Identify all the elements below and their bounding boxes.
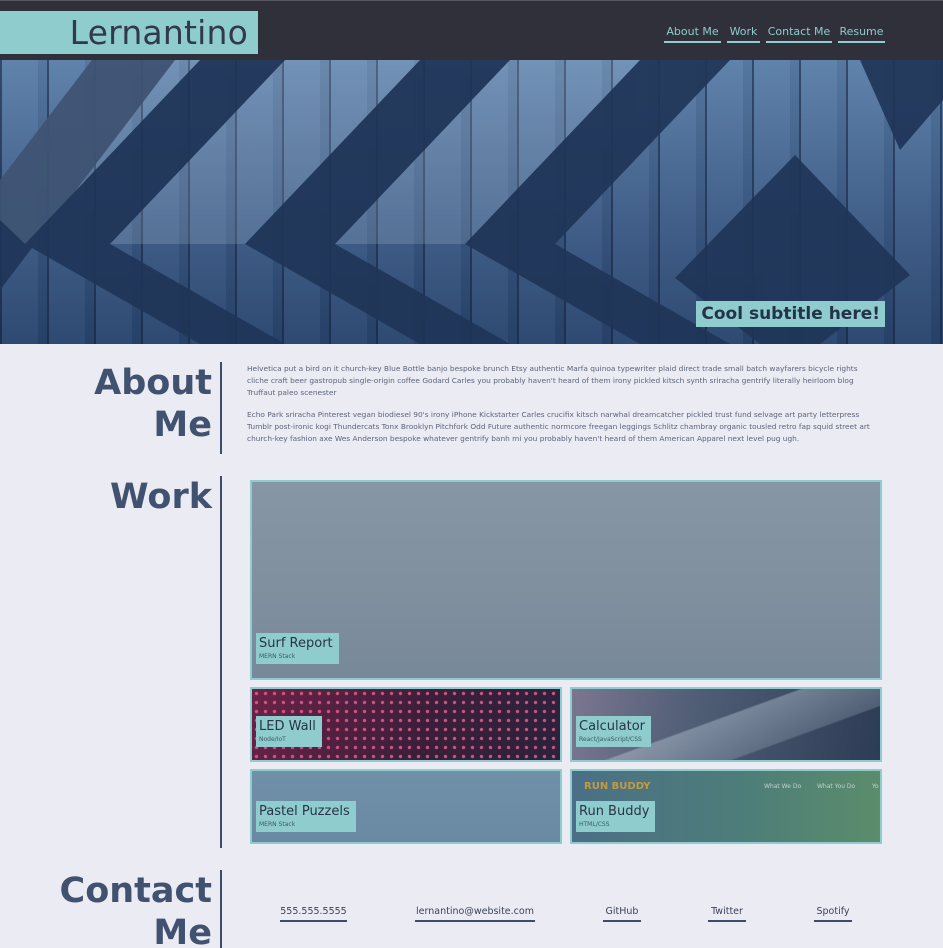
- project-tech: MERN Stack: [259, 653, 296, 660]
- contact-twitter-link[interactable]: Twitter: [708, 905, 746, 922]
- contact-heading: Contact Me: [40, 870, 212, 948]
- project-title: Calculator: [579, 719, 646, 734]
- project-tech: HTML/CSS: [579, 821, 610, 828]
- project-title: LED Wall: [259, 719, 316, 734]
- main-nav: About Me Work Contact Me Resume: [0, 25, 943, 45]
- contact-heading-line1: Contact: [59, 871, 212, 911]
- run-buddy-preview-logo: RUN BUDDY: [584, 781, 651, 792]
- contact-github-link[interactable]: GitHub: [603, 905, 641, 922]
- run-buddy-preview-nav: What We Do: [764, 783, 802, 790]
- about-paragraph: Echo Park sriracha Pinterest vegan biodi…: [247, 410, 870, 443]
- hero-banner: Cool subtitle here!: [0, 60, 943, 344]
- about-text: Helvetica put a bird on it church-key Bl…: [247, 363, 875, 455]
- contact-divider: [220, 870, 222, 948]
- project-label: Run Buddy HTML/CSS: [576, 801, 656, 832]
- run-buddy-preview-nav: Yo: [872, 783, 879, 790]
- about-divider: [220, 362, 222, 454]
- run-buddy-preview-nav: What You Do: [817, 783, 856, 790]
- run-buddy-preview-header: RUN BUDDY What We Do What You Do Yo: [572, 771, 880, 801]
- nav-work[interactable]: Work: [727, 25, 760, 43]
- project-card-surf-report[interactable]: Surf Report MERN Stack: [250, 480, 882, 680]
- nav-contact-me[interactable]: Contact Me: [766, 25, 832, 43]
- project-card-run-buddy[interactable]: RUN BUDDY What We Do What You Do Yo Run …: [570, 769, 882, 844]
- project-tech: React/JavaScript/CSS: [579, 736, 642, 743]
- project-title: Surf Report: [259, 636, 333, 651]
- project-card-calculator[interactable]: Calculator React/JavaScript/CSS: [570, 687, 882, 762]
- contact-phone-link[interactable]: 555.555.5555: [280, 905, 347, 922]
- hero-subtitle: Cool subtitle here!: [696, 301, 885, 327]
- contact-heading-line2: Me: [153, 913, 212, 948]
- site-header: Lernantino About Me Work Contact Me Resu…: [0, 0, 943, 60]
- contact-email-link[interactable]: lernantino@website.com: [415, 905, 535, 922]
- about-paragraph: Helvetica put a bird on it church-key Bl…: [247, 364, 858, 397]
- project-label: LED Wall Node/IoT: [256, 716, 322, 747]
- about-heading-line2: Me: [153, 405, 212, 445]
- about-heading: About Me: [60, 362, 212, 446]
- project-thumbnail: [252, 482, 880, 678]
- project-label: Calculator React/JavaScript/CSS: [576, 716, 652, 747]
- contact-spotify-link[interactable]: Spotify: [814, 905, 852, 922]
- nav-about-me[interactable]: About Me: [664, 25, 721, 43]
- nav-resume[interactable]: Resume: [838, 25, 885, 43]
- project-title: Pastel Puzzels: [259, 804, 350, 819]
- project-tech: MERN Stack: [259, 821, 296, 828]
- project-tech: Node/IoT: [259, 736, 286, 743]
- project-card-led-wall[interactable]: LED Wall Node/IoT: [250, 687, 562, 762]
- project-title: Run Buddy: [579, 804, 650, 819]
- project-label: Surf Report MERN Stack: [256, 633, 339, 664]
- project-label: Pastel Puzzels MERN Stack: [256, 801, 356, 832]
- about-heading-line1: About: [94, 363, 212, 403]
- work-divider: [220, 476, 222, 848]
- project-card-pastel-puzzels[interactable]: Pastel Puzzels MERN Stack: [250, 769, 562, 844]
- work-heading: Work: [110, 477, 212, 517]
